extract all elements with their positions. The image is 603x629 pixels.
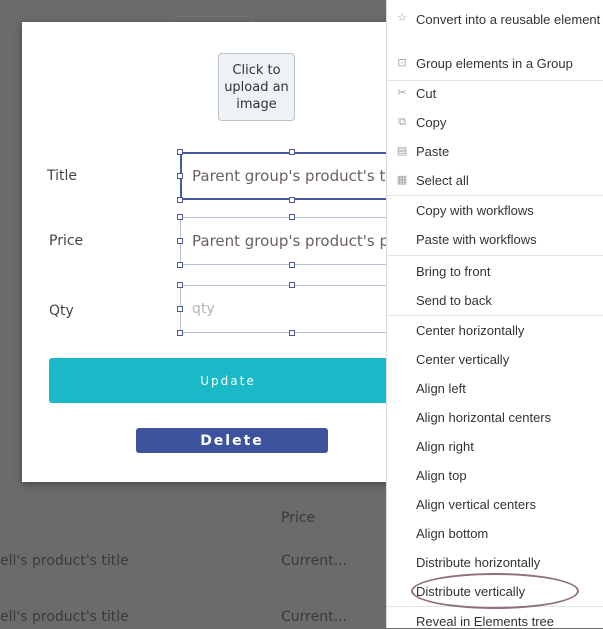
menu-separator [387, 195, 603, 196]
menu-separator [387, 315, 603, 316]
resize-handle[interactable] [289, 149, 295, 155]
menu-item-label: Select all [416, 173, 469, 188]
menu-item-label: Send to back [416, 293, 492, 308]
menu-item-label: Convert into a reusable element [416, 12, 601, 27]
price-label: Price [49, 233, 84, 249]
menu-item-copy-with-workflows[interactable]: Copy with workflows [387, 203, 603, 218]
menu-item-label: Cut [416, 86, 437, 101]
menu-item-paste-with-workflows[interactable]: Paste with workflows [387, 232, 603, 247]
delete-button[interactable]: Delete [136, 428, 328, 453]
menu-item-label: Align top [416, 468, 467, 483]
context-menu: ☆ Convert into a reusable element ⊡ Grou… [386, 0, 603, 629]
scissors-icon: ✂ [397, 87, 407, 99]
resize-handle[interactable] [289, 282, 295, 288]
menu-item-align-bottom[interactable]: Align bottom [387, 526, 603, 541]
menu-item-cut[interactable]: ✂ Cut [387, 86, 603, 101]
resize-handle[interactable] [177, 330, 183, 336]
menu-item-reveal-in-elements-tree[interactable]: Reveal in Elements tree [387, 614, 603, 629]
menu-item-convert-reusable[interactable]: ☆ Convert into a reusable element [387, 12, 603, 27]
resize-handle[interactable] [289, 214, 295, 220]
menu-item-label: Center horizontally [416, 323, 525, 338]
paste-icon: ▤ [396, 145, 408, 157]
highlight-annotation-oval [411, 573, 579, 609]
background-row-price: Current... [281, 553, 347, 569]
menu-item-distribute-horizontally[interactable]: Distribute horizontally [387, 555, 603, 570]
background-price-header: Price [281, 510, 316, 526]
resize-handle[interactable] [177, 173, 183, 179]
menu-item-label: Reveal in Elements tree [416, 614, 555, 629]
resize-handle[interactable] [289, 197, 295, 203]
menu-item-label: Center vertically [416, 352, 510, 367]
grid-icon: ▦ [396, 174, 408, 186]
resize-handle[interactable] [177, 197, 183, 203]
menu-item-select-all[interactable]: ▦ Select all [387, 173, 603, 188]
resize-handle[interactable] [177, 306, 183, 312]
background-row-price: Current... [281, 609, 347, 625]
group-icon: ⊡ [397, 57, 407, 69]
resize-handle[interactable] [177, 262, 183, 268]
menu-item-send-to-back[interactable]: Send to back [387, 293, 603, 308]
title-label: Title [47, 168, 78, 184]
menu-item-label: Distribute horizontally [416, 555, 541, 570]
qty-input[interactable]: qty [180, 285, 420, 333]
product-edit-popup: Click to upload an image Title Price Qty… [22, 22, 420, 482]
resize-handle[interactable] [289, 330, 295, 336]
resize-handle[interactable] [177, 238, 183, 244]
menu-item-label: Align horizontal centers [416, 410, 552, 425]
resize-handle[interactable] [177, 149, 183, 155]
menu-item-align-left[interactable]: Align left [387, 381, 603, 396]
menu-separator [387, 255, 603, 256]
menu-item-center-horizontally[interactable]: Center horizontally [387, 323, 603, 338]
menu-item-label: Align bottom [416, 526, 489, 541]
menu-item-label: Copy with workflows [416, 203, 534, 218]
menu-separator [387, 80, 603, 81]
resize-handle[interactable] [289, 262, 295, 268]
menu-item-label: Align right [416, 439, 474, 454]
title-input[interactable]: Parent group's product's title [180, 152, 420, 200]
qty-label: Qty [49, 303, 74, 319]
image-upload-button[interactable]: Click to upload an image [218, 53, 295, 121]
menu-item-label: Align vertical centers [416, 497, 536, 512]
menu-item-center-vertically[interactable]: Center vertically [387, 352, 603, 367]
menu-item-copy[interactable]: ⧉ Copy [387, 115, 603, 130]
menu-item-label: Paste [416, 144, 450, 159]
menu-item-bring-to-front[interactable]: Bring to front [387, 264, 603, 279]
menu-item-paste[interactable]: ▤ Paste [387, 144, 603, 159]
menu-item-label: Bring to front [416, 264, 491, 279]
background-row-title: ell's product's title [0, 553, 129, 569]
menu-item-label: Group elements in a Group [416, 56, 573, 71]
star-icon: ☆ [397, 12, 407, 24]
menu-item-align-right[interactable]: Align right [387, 439, 603, 454]
resize-handle[interactable] [177, 282, 183, 288]
copy-icon: ⧉ [398, 116, 406, 128]
menu-item-align-horizontal-centers[interactable]: Align horizontal centers [387, 410, 603, 425]
price-input[interactable]: Parent group's product's price [180, 217, 420, 265]
menu-item-align-top[interactable]: Align top [387, 468, 603, 483]
update-button[interactable]: Update [49, 358, 407, 403]
menu-item-align-vertical-centers[interactable]: Align vertical centers [387, 497, 603, 512]
menu-item-label: Paste with workflows [416, 232, 537, 247]
menu-item-label: Align left [416, 381, 466, 396]
resize-handle[interactable] [177, 214, 183, 220]
menu-item-label: Copy [416, 115, 447, 130]
menu-item-group-elements[interactable]: ⊡ Group elements in a Group [387, 56, 603, 71]
background-row-title: ell's product's title [0, 609, 129, 625]
